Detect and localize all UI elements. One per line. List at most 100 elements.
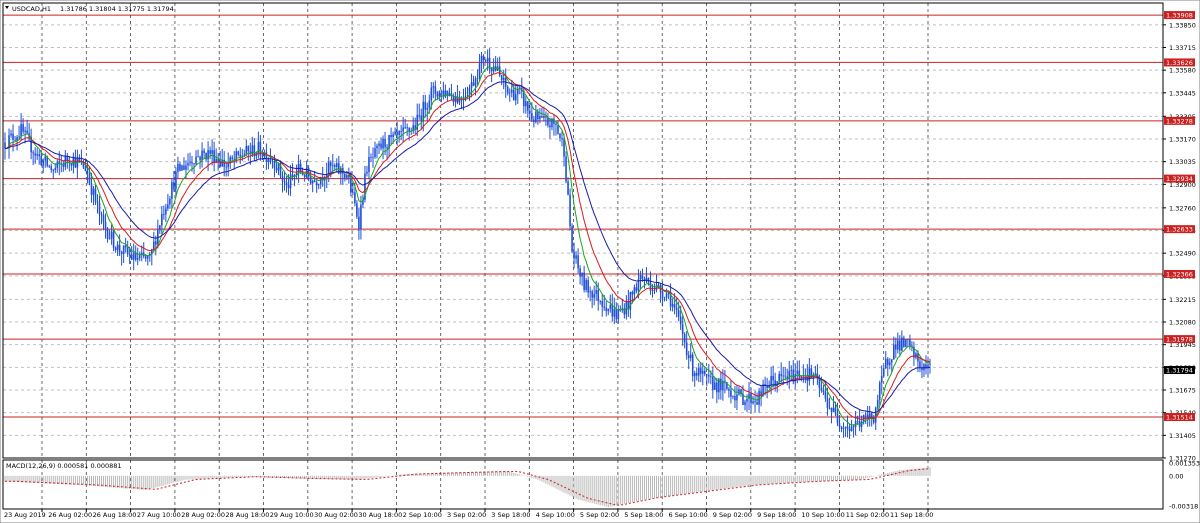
candle-body — [535, 111, 537, 123]
candle-body — [146, 256, 149, 259]
candle-body — [136, 258, 139, 260]
candle-body — [512, 89, 515, 101]
candle-body — [207, 150, 209, 160]
candle-body — [890, 359, 893, 363]
candle-body — [683, 334, 686, 343]
candle-body — [48, 165, 51, 167]
time-label: 10 Sep 10:00 — [801, 511, 844, 519]
time-label: 27 Aug 10:00 — [137, 511, 181, 519]
candle-body — [132, 252, 135, 260]
candle-body — [329, 162, 332, 166]
candle-body — [639, 275, 642, 280]
candle-body — [167, 204, 169, 209]
candle-body — [903, 337, 905, 347]
candle-body — [163, 213, 165, 215]
candle-body — [430, 87, 433, 101]
candle-body — [593, 294, 595, 298]
price-tick-label: 1.32215 — [1169, 296, 1196, 304]
candle-body — [398, 131, 400, 135]
candle-body — [897, 340, 899, 350]
candle-body — [382, 138, 384, 149]
candle-body — [537, 111, 539, 120]
candle-body — [303, 174, 306, 178]
candle-body — [350, 177, 352, 193]
candle-body — [32, 152, 34, 154]
candle-body — [283, 180, 286, 182]
time-label: 30 Aug 18:00 — [358, 511, 402, 519]
candle-body — [18, 136, 20, 138]
candle-body — [484, 60, 487, 62]
candle-body — [380, 143, 382, 149]
candle-body — [756, 401, 758, 405]
candle-body — [14, 139, 16, 141]
candle-body — [651, 290, 654, 291]
candle-body — [114, 247, 117, 250]
candle-body — [420, 115, 423, 121]
candle-body — [231, 157, 234, 159]
candle-body — [844, 426, 847, 428]
level-price-tag-label: 1.32366 — [1166, 270, 1193, 278]
candle-body — [177, 163, 179, 172]
candle-body — [165, 208, 167, 215]
price-tick-label: 1.33850 — [1169, 21, 1196, 29]
time-axis: 23 Aug 2019 26 Aug 02:00 26 Aug 18:00 27 Au… — [4, 509, 933, 519]
candle-body — [317, 184, 320, 186]
time-label: 29 Aug 10:00 — [270, 511, 314, 519]
candle-body — [882, 368, 885, 377]
candle-body — [543, 116, 545, 118]
candle-body — [579, 268, 581, 277]
candle-body — [701, 370, 704, 374]
candle-body — [100, 214, 103, 216]
price-tick-label: 1.32760 — [1169, 204, 1196, 212]
candle-body — [193, 163, 195, 165]
candle-body — [386, 147, 388, 149]
candle-body — [770, 375, 772, 386]
candle-body — [541, 116, 543, 118]
candle-body — [438, 91, 441, 97]
candle-body — [225, 166, 227, 168]
candle-body — [50, 166, 53, 171]
candle-body — [217, 158, 219, 162]
time-label: 11 Sep 18:00 — [890, 511, 933, 519]
candle-body — [179, 163, 181, 171]
candle-body — [396, 131, 398, 135]
candle-body — [655, 284, 658, 290]
candle-body — [744, 401, 746, 405]
candle-body — [24, 130, 26, 132]
candle-body — [346, 175, 348, 178]
candle-body — [209, 150, 211, 154]
macd-tick-label: 0.001353 — [1169, 460, 1200, 468]
candle-body — [649, 282, 652, 291]
candle-body — [434, 86, 437, 94]
candle-body — [778, 374, 780, 382]
candle-body — [153, 241, 155, 250]
level-price-tag-label: 1.32633 — [1166, 226, 1193, 234]
candle-body — [159, 225, 161, 230]
candle-body — [44, 156, 47, 161]
candle-body — [828, 407, 831, 409]
candle-body — [929, 363, 931, 365]
candle-body — [291, 174, 294, 177]
candle-body — [271, 161, 274, 163]
time-label: 28 Aug 02:00 — [181, 511, 225, 519]
candle-body — [585, 279, 587, 290]
candle-body — [4, 142, 6, 149]
current-price-tag-label: 1.31794 — [1166, 367, 1193, 375]
candle-body — [96, 201, 99, 204]
candle-body — [581, 272, 583, 277]
candle-body — [607, 308, 610, 312]
candle-body — [728, 388, 730, 391]
macd-tick-label: 0.00 — [1169, 472, 1183, 480]
candle-body — [56, 161, 59, 168]
candle-body — [189, 162, 191, 164]
candle-body — [798, 370, 801, 378]
candle-body — [356, 203, 358, 217]
candle-body — [569, 194, 571, 227]
candle-body — [573, 251, 575, 259]
candle-body — [525, 101, 527, 107]
candle-body — [840, 426, 843, 429]
price-tick-label: 1.31675 — [1169, 387, 1196, 395]
candle-body — [641, 275, 644, 279]
candle-body — [754, 401, 756, 403]
candle-body — [299, 163, 302, 172]
